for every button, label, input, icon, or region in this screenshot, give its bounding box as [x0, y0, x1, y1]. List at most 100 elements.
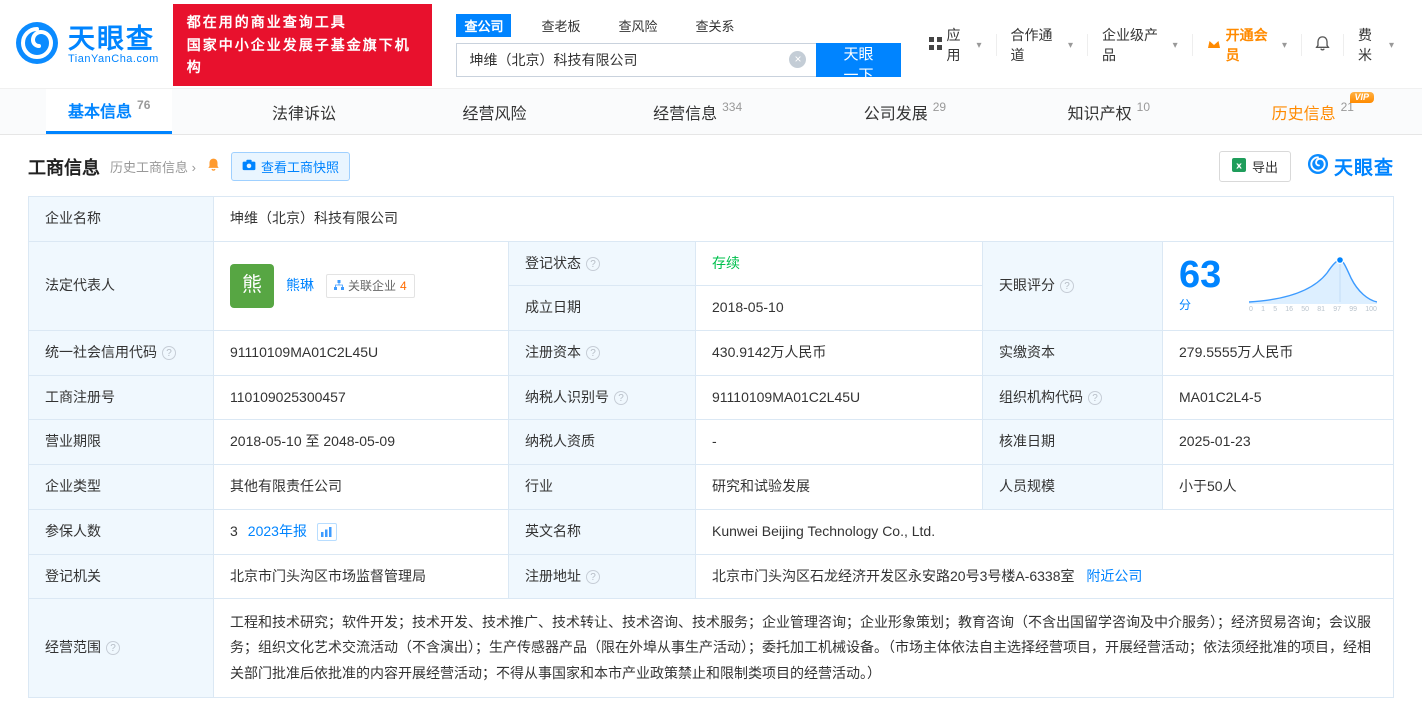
reg-status-label: 登记状态?: [509, 241, 696, 286]
related-companies-count: 4: [400, 277, 407, 296]
help-icon[interactable]: ?: [586, 570, 600, 584]
table-row: 登记机关 北京市门头沟区市场监督管理局 注册地址? 北京市门头沟区石龙经济开发区…: [29, 554, 1394, 599]
reg-address-cell: 北京市门头沟区石龙经济开发区永安路20号3号楼A-6338室 附近公司: [696, 554, 1394, 599]
main-tab-bar: 基本信息 76 法律诉讼 经营风险 经营信息 334 公司发展 29 知识产权 …: [0, 88, 1422, 135]
table-row: 经营范围? 工程和技术研究；软件开发；技术开发、技术推广、技术转让、技术咨询、技…: [29, 599, 1394, 698]
tab-label: 经营风险: [463, 100, 527, 124]
reg-authority-label: 登记机关: [29, 554, 214, 599]
search-tab-company[interactable]: 查公司: [456, 14, 511, 37]
tab-operating-info[interactable]: 经营信息 334: [631, 89, 764, 134]
clear-icon[interactable]: ×: [789, 51, 806, 68]
tianyancha-logo-icon: [1307, 153, 1329, 180]
legal-rep-avatar[interactable]: 熊: [230, 264, 274, 308]
business-term-label: 营业期限: [29, 420, 214, 465]
promo-banner: 都在用的商业查询工具 国家中小企业发展子基金旗下机构: [173, 4, 433, 85]
score-value: 63分: [1179, 256, 1233, 316]
table-row: 企业类型 其他有限责任公司 行业 研究和试验发展 人员规模 小于50人: [29, 465, 1394, 510]
related-companies-tag[interactable]: 关联企业 4: [326, 274, 415, 299]
snapshot-button[interactable]: 查看工商快照: [231, 152, 350, 181]
tianyancha-logo[interactable]: 天眼查 TianYanCha.com: [14, 20, 159, 71]
tab-label: 知识产权: [1068, 100, 1132, 124]
taxpayer-id-label: 纳税人识别号?: [509, 375, 696, 420]
score-distribution-chart: 0151650819799100: [1249, 256, 1377, 316]
annual-report-link[interactable]: 2023年报: [248, 521, 307, 543]
tab-label: 基本信息: [68, 98, 132, 122]
nav-enterprise-label: 企业级产品: [1102, 25, 1168, 65]
tianyancha-watermark-logo: 天眼查: [1307, 153, 1394, 180]
help-icon[interactable]: ?: [106, 641, 120, 655]
bell-icon: [1314, 35, 1331, 55]
company-name-label: 企业名称: [29, 197, 214, 242]
excel-icon: x: [1232, 158, 1246, 175]
history-business-info-link[interactable]: 历史工商信息 ›: [110, 157, 196, 176]
tab-label: 公司发展: [864, 100, 928, 124]
nav-apps[interactable]: 应用 ▾: [915, 34, 996, 56]
tab-basic-info[interactable]: 基本信息 76: [46, 89, 172, 134]
search-button[interactable]: 天眼一下: [816, 43, 900, 77]
help-icon[interactable]: ?: [1060, 279, 1074, 293]
nav-enterprise[interactable]: 企业级产品 ▾: [1087, 34, 1192, 56]
table-row: 统一社会信用代码? 91110109MA01C2L45U 注册资本? 430.9…: [29, 331, 1394, 376]
chevron-down-icon: ▾: [977, 40, 982, 51]
chevron-down-icon: ▾: [1389, 40, 1394, 51]
tab-operating-risk[interactable]: 经营风险: [441, 89, 554, 134]
brand-name: 天眼查: [68, 25, 159, 53]
crown-icon: [1207, 37, 1221, 53]
status-badge: 存续: [712, 255, 740, 271]
taxpayer-quality-label: 纳税人资质: [509, 420, 696, 465]
tab-count: 76: [137, 98, 150, 112]
tab-count: 10: [1137, 100, 1150, 114]
table-row: 营业期限 2018-05-10 至 2048-05-09 纳税人资质 - 核准日…: [29, 420, 1394, 465]
business-info-table: 企业名称 坤维（北京）科技有限公司 法定代表人 熊 熊琳 关联企业 4: [28, 196, 1394, 698]
tab-intellectual-property[interactable]: 知识产权 10: [1046, 89, 1172, 134]
help-icon[interactable]: ?: [162, 346, 176, 360]
est-date-value: 2018-05-10: [696, 286, 983, 331]
label-text: 天眼评分: [999, 277, 1055, 293]
industry-value: 研究和试验发展: [696, 465, 983, 510]
search-input[interactable]: [456, 43, 816, 77]
help-icon[interactable]: ?: [1088, 391, 1102, 405]
credit-code-value: 91110109MA01C2L45U: [214, 331, 509, 376]
tab-legal[interactable]: 法律诉讼: [250, 89, 363, 134]
taxpayer-quality-value: -: [696, 420, 983, 465]
nav-apps-label: 应用: [947, 25, 972, 65]
tab-history-info[interactable]: 历史信息 21 VIP: [1250, 89, 1376, 134]
help-icon[interactable]: ?: [586, 257, 600, 271]
business-scope-value: 工程和技术研究；软件开发；技术开发、技术推广、技术转让、技术咨询、技术服务；企业…: [214, 599, 1394, 698]
search-tab-risk[interactable]: 查风险: [610, 14, 665, 37]
business-scope-label: 经营范围?: [29, 599, 214, 698]
notification-bell[interactable]: [1301, 34, 1343, 56]
legal-rep-cell: 熊 熊琳 关联企业 4: [214, 241, 509, 330]
insured-count-cell: 3 2023年报: [214, 509, 509, 554]
tianyancha-logo-icon: [14, 20, 60, 71]
related-companies-label: 关联企业: [348, 277, 396, 296]
alert-bell-icon[interactable]: [206, 157, 221, 177]
company-name-value: 坤维（北京）科技有限公司: [214, 197, 1394, 242]
nearby-companies-link[interactable]: 附近公司: [1086, 568, 1142, 584]
score-label: 天眼评分?: [983, 241, 1163, 330]
export-button-label: 导出: [1252, 157, 1278, 176]
vip-badge: VIP: [1350, 92, 1374, 103]
search-tab-boss[interactable]: 查老板: [533, 14, 588, 37]
table-row: 参保人数 3 2023年报 英文名称 Kunwei Beijing Techno…: [29, 509, 1394, 554]
help-icon[interactable]: ?: [614, 391, 628, 405]
nav-partners[interactable]: 合作通道 ▾: [996, 34, 1087, 56]
insured-count-label: 参保人数: [29, 509, 214, 554]
help-icon[interactable]: ?: [586, 346, 600, 360]
promo-line-1: 都在用的商业查询工具: [187, 11, 419, 33]
nav-user[interactable]: 费米 ▾: [1343, 34, 1408, 56]
score-cell: 63分 0151650819799100: [1163, 241, 1394, 330]
insured-trend-chart-icon[interactable]: [317, 523, 337, 541]
legal-rep-name-link[interactable]: 熊琳: [286, 275, 314, 297]
nav-user-label: 费米: [1358, 25, 1384, 65]
reg-address-value: 北京市门头沟区石龙经济开发区永安路20号3号楼A-6338室: [712, 568, 1075, 584]
tab-label: 法律诉讼: [272, 100, 336, 124]
tab-label: 经营信息: [653, 100, 717, 124]
company-type-label: 企业类型: [29, 465, 214, 510]
export-button[interactable]: x 导出: [1219, 151, 1291, 182]
tab-company-development[interactable]: 公司发展 29: [842, 89, 968, 134]
search-tab-relation[interactable]: 查关系: [688, 14, 743, 37]
nav-vip[interactable]: 开通会员 ▾: [1192, 34, 1301, 56]
reg-number-value: 110109025300457: [214, 375, 509, 420]
search-area: 查公司 查老板 查风险 查关系 × 天眼一下: [456, 14, 900, 77]
